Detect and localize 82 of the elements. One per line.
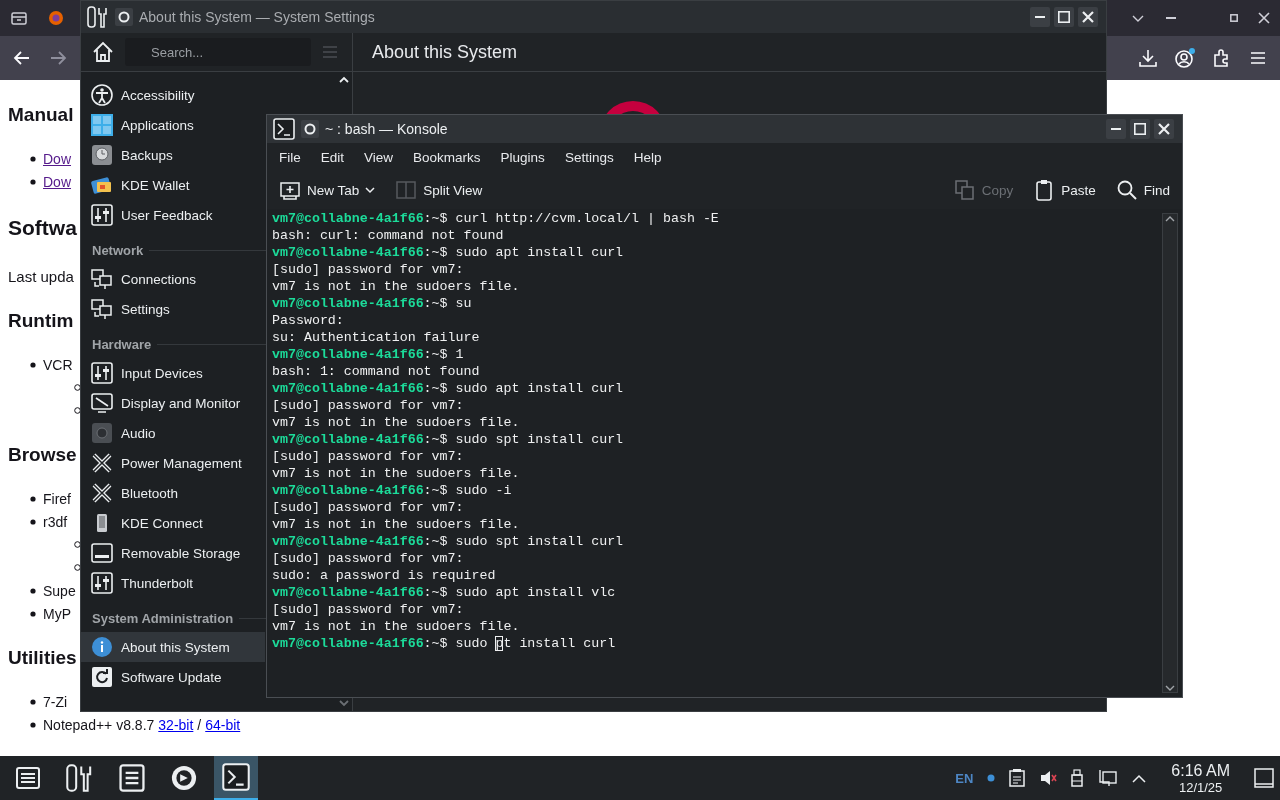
sidebar-item[interactable]: Display and Monitor xyxy=(81,388,265,418)
link[interactable]: Dow xyxy=(43,150,71,167)
link[interactable]: 64-bit xyxy=(205,716,241,733)
list-item-text: Firef xyxy=(43,490,71,507)
terminal-line: vm7@collabne-4a1f66:~$ sudo apt install curl xyxy=(272,380,625,397)
clock-date: 12/1/25 xyxy=(1178,779,1223,795)
menu-item[interactable]: Settings xyxy=(564,149,614,165)
terminal-line: vm7@collabne-4a1f66:~$ sudo apt install vlc xyxy=(272,584,617,601)
list-item-text: 7-Zi xyxy=(43,693,68,710)
list-item-text: r3df xyxy=(43,513,68,530)
sidebar-item[interactable]: Power Management xyxy=(81,448,265,478)
section-header: Network xyxy=(92,242,144,258)
heading: Softwa xyxy=(8,215,77,241)
toolbar-button[interactable]: Split View xyxy=(391,176,487,204)
terminal-line: [sudo] password for vm7: xyxy=(272,499,465,516)
terminal-line: [sudo] password for vm7: xyxy=(272,261,465,278)
heading: Runtim xyxy=(8,309,74,333)
sidebar-item[interactable]: Bluetooth xyxy=(81,478,265,508)
terminal-line: vm7 is not in the sudoers file. xyxy=(272,414,521,431)
menu-item[interactable]: Help xyxy=(633,149,662,165)
page-title: About this System xyxy=(371,41,518,63)
menu-item[interactable]: Plugins xyxy=(500,149,545,165)
list-item-text: Notepad++ v8.8.7 xyxy=(43,716,155,733)
terminal-line: Password: xyxy=(272,312,345,329)
sidebar-item[interactable]: Applications xyxy=(81,110,265,140)
menu-item[interactable]: File xyxy=(279,149,301,165)
terminal-line: vm7@collabne-4a1f66:~$ sudo spt install curl xyxy=(272,431,625,448)
clock-time: 6:16 AM xyxy=(1171,761,1230,780)
sidebar-item[interactable]: KDE Connect xyxy=(81,508,265,538)
terminal-line: bash: curl: command not found xyxy=(272,227,505,244)
heading: Browse xyxy=(8,443,77,467)
window-title: About this System — System Settings xyxy=(139,9,376,25)
toolbar-button[interactable]: Paste xyxy=(1029,176,1100,204)
sidebar-item[interactable]: Audio xyxy=(81,418,265,448)
terminal-line: bash: 1: command not found xyxy=(272,363,481,380)
terminal-line: vm7@collabne-4a1f66:~$ sudo spt install curl xyxy=(272,533,625,550)
terminal-line: [sudo] password for vm7: xyxy=(272,448,465,465)
link[interactable]: Dow xyxy=(43,173,71,190)
heading: Utilities xyxy=(8,646,77,670)
list-item-text: Supe xyxy=(43,582,76,599)
terminal-line: [sudo] password for vm7: xyxy=(272,550,465,567)
sidebar-item[interactable]: Settings xyxy=(81,294,265,324)
window-title: ~ : bash — Konsole xyxy=(325,121,449,137)
sidebar-item[interactable]: KDE Wallet xyxy=(81,170,265,200)
keyboard-layout[interactable]: EN xyxy=(955,770,974,786)
sidebar-item[interactable]: Input Devices xyxy=(81,358,265,388)
terminal-line: vm7@collabne-4a1f66:~$ 1 xyxy=(272,346,465,363)
menu-item[interactable]: View xyxy=(364,149,394,165)
sidebar-item[interactable]: User Feedback xyxy=(81,200,265,230)
terminal-line: vm7 is not in the sudoers file. xyxy=(272,516,521,533)
link[interactable]: 32-bit xyxy=(158,716,194,733)
clock[interactable]: 6:16 AM 12/1/25 xyxy=(1161,761,1240,795)
menu-item[interactable]: Bookmarks xyxy=(413,149,481,165)
terminal-line: vm7 is not in the sudoers file. xyxy=(272,465,521,482)
terminal-line: [sudo] password for vm7: xyxy=(272,601,465,618)
heading: Manual xyxy=(8,103,74,127)
terminal-line: vm7@collabne-4a1f66:~$ su xyxy=(272,295,473,312)
menu-item[interactable]: Edit xyxy=(320,149,345,165)
terminal-line: vm7@collabne-4a1f66:~$ sudo apt install curl xyxy=(272,244,625,261)
toolbar-button[interactable]: New Tab xyxy=(275,176,380,204)
search-field[interactable]: Search... xyxy=(125,38,311,66)
terminal-line: [sudo] password for vm7: xyxy=(272,397,465,414)
sidebar-item[interactable]: Removable Storage xyxy=(81,538,265,568)
terminal-line: vm7 is not in the sudoers file. xyxy=(272,278,521,295)
list-item-text: / xyxy=(197,716,202,733)
sidebar-item[interactable]: About this System xyxy=(81,632,265,662)
sidebar-item[interactable]: Backups xyxy=(81,140,265,170)
terminal-line: vm7@collabne-4a1f66:~$ sudo -i xyxy=(272,482,513,499)
sidebar-item[interactable]: Connections xyxy=(81,264,265,294)
sidebar-item[interactable]: Accessibility xyxy=(81,80,265,110)
terminal-line: vm7@collabne-4a1f66:~$ curl http://cvm.local/l | bash -E xyxy=(272,210,720,227)
list-item-text: VCR xyxy=(43,356,73,373)
section-header: System Administration xyxy=(92,610,234,626)
list-item-text: MyP xyxy=(43,605,71,622)
section-header: Hardware xyxy=(92,336,152,352)
terminal-line: su: Authentication failure xyxy=(272,329,481,346)
sidebar-item[interactable]: Software Update xyxy=(81,662,265,692)
sidebar-item[interactable]: Thunderbolt xyxy=(81,568,265,598)
toolbar-button[interactable]: Find xyxy=(1111,176,1174,204)
terminal-line: sudo: a password is required xyxy=(272,567,497,584)
paragraph: Last upda xyxy=(8,267,74,287)
terminal-line: vm7 is not in the sudoers file. xyxy=(272,618,521,635)
